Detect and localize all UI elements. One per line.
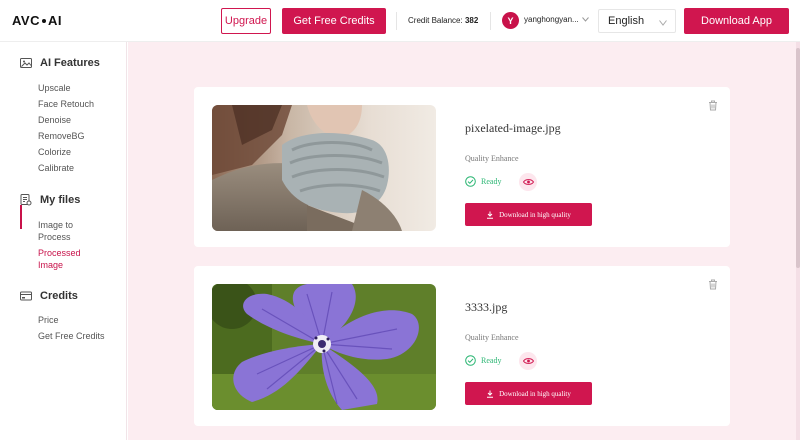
sidebar-section-title: Credits <box>40 290 78 302</box>
quality-label: Quality Enhance <box>465 154 519 163</box>
sidebar-item-processed-image[interactable]: Processed Image <box>38 247 108 271</box>
sidebar-section-my-files[interactable]: My files <box>20 194 80 206</box>
app-logo[interactable]: AVC AI <box>12 13 62 28</box>
active-indicator <box>20 205 22 229</box>
language-value: English <box>608 15 645 27</box>
chevron-down-icon <box>659 17 667 29</box>
sidebar-section-title: My files <box>40 194 81 206</box>
sidebar-item-denoise[interactable]: Denoise <box>38 114 71 126</box>
get-free-credits-button[interactable]: Get Free Credits <box>282 8 386 34</box>
download-label: Download in high quality <box>499 389 571 398</box>
logo-text-left: AVC <box>12 13 40 28</box>
file-card: 3333.jpg Quality Enhance Ready Download … <box>194 266 730 426</box>
logo-dot <box>41 18 46 23</box>
file-name: 3333.jpg <box>465 300 508 314</box>
sidebar-section-ai-features[interactable]: AI Features <box>20 57 100 69</box>
top-bar: AVC AI Upgrade Get Free Credits Credit Ba… <box>0 0 800 42</box>
status-text: Ready <box>481 177 502 186</box>
sidebar-section-credits[interactable]: Credits <box>20 290 78 302</box>
preview-eye-icon[interactable] <box>519 352 537 370</box>
username[interactable]: yanghongyan... <box>524 15 582 24</box>
preview-eye-icon[interactable] <box>519 173 537 191</box>
trash-icon[interactable] <box>708 277 718 290</box>
sidebar-item-face-retouch[interactable]: Face Retouch <box>38 98 94 110</box>
credit-balance-label: Credit Balance: <box>408 16 463 25</box>
download-icon <box>487 211 494 219</box>
download-label: Download in high quality <box>499 210 571 219</box>
download-high-quality-button[interactable]: Download in high quality <box>465 382 592 405</box>
status-ready: Ready <box>465 355 501 366</box>
download-icon <box>487 390 494 398</box>
credit-balance: Credit Balance: 382 <box>408 16 478 25</box>
logo-text-right: AI <box>47 13 62 28</box>
sidebar-item-colorize[interactable]: Colorize <box>38 146 71 158</box>
trash-icon[interactable] <box>708 98 718 111</box>
download-high-quality-button[interactable]: Download in high quality <box>465 203 592 226</box>
sidebar-item-price[interactable]: Price <box>38 314 59 326</box>
upgrade-button[interactable]: Upgrade <box>221 8 271 34</box>
sidebar-item-removebg[interactable]: RemoveBG <box>38 130 85 142</box>
file-name: pixelated-image.jpg <box>465 121 561 135</box>
file-thumbnail[interactable] <box>212 105 436 231</box>
credit-balance-value: 382 <box>464 16 479 25</box>
check-circle-icon <box>465 176 476 187</box>
file-thumbnail[interactable] <box>212 284 436 410</box>
image-icon <box>20 57 32 69</box>
sidebar-section-title: AI Features <box>40 57 100 69</box>
divider <box>490 12 491 30</box>
sidebar-item-upscale[interactable]: Upscale <box>38 82 71 94</box>
status-ready: Ready <box>465 176 501 187</box>
check-circle-icon <box>465 355 476 366</box>
language-select[interactable]: English <box>598 9 676 33</box>
credits-icon <box>20 290 32 302</box>
file-card: pixelated-image.jpg Quality Enhance Read… <box>194 87 730 247</box>
divider <box>396 12 397 30</box>
sidebar-item-get-free-credits[interactable]: Get Free Credits <box>38 330 105 342</box>
chevron-down-icon[interactable] <box>582 15 589 24</box>
sidebar-item-image-to-process[interactable]: Image to Process <box>38 219 108 243</box>
quality-label: Quality Enhance <box>465 333 519 342</box>
sidebar-item-calibrate[interactable]: Calibrate <box>38 162 74 174</box>
download-app-button[interactable]: Download App <box>684 8 789 34</box>
scrollbar-thumb[interactable] <box>796 48 800 268</box>
avatar[interactable]: Y <box>502 12 519 29</box>
status-text: Ready <box>481 356 502 365</box>
